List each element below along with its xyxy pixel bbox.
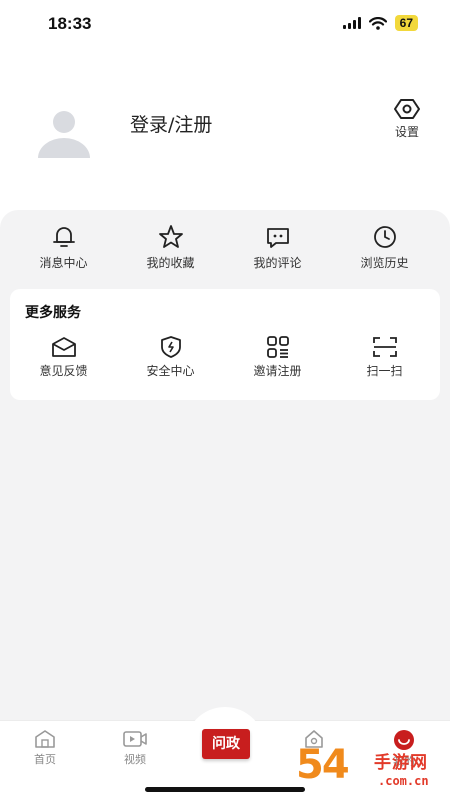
gear-icon xyxy=(394,99,420,119)
service-item-invite[interactable]: 邀请注册 xyxy=(224,335,331,379)
nav-label: 视频 xyxy=(124,753,146,766)
clock-icon xyxy=(373,226,396,248)
status-icons: 67 xyxy=(342,15,418,31)
qr-code-icon xyxy=(266,336,289,358)
watermark-number: 54 xyxy=(296,742,350,788)
status-time: 18:33 xyxy=(48,14,92,33)
watermark-domain: .com.cn xyxy=(378,774,429,788)
service-item-scan[interactable]: 扫一扫 xyxy=(331,335,438,379)
services-card: 更多服务 意见反馈 安全中心 邀请注册 扫一扫 xyxy=(10,289,440,400)
quick-item-comments[interactable]: 我的评论 xyxy=(224,224,331,274)
content-panel xyxy=(0,210,450,720)
profile-header: 登录/注册 设置 xyxy=(0,90,450,180)
status-bar: 18:33 67 xyxy=(0,0,450,48)
nav-center-label: 问政 xyxy=(212,736,240,752)
login-register-link[interactable]: 登录/注册 xyxy=(130,110,212,137)
quick-actions: 消息中心 我的收藏 我的评论 浏览历史 xyxy=(0,224,450,274)
watermark-logo: 54 手游网 .com.cn xyxy=(296,742,446,798)
avatar[interactable] xyxy=(36,102,92,158)
service-label: 扫一扫 xyxy=(366,364,403,378)
nav-item-video[interactable]: 视频 xyxy=(105,729,165,767)
nav-label: 首页 xyxy=(34,753,56,766)
service-item-feedback[interactable]: 意见反馈 xyxy=(10,335,117,379)
nav-item-wenzheng[interactable]: 问政 xyxy=(202,729,250,759)
settings-label: 设置 xyxy=(394,125,419,139)
services-list: 意见反馈 安全中心 邀请注册 扫一扫 xyxy=(10,335,440,379)
quick-item-messages[interactable]: 消息中心 xyxy=(10,224,117,274)
nav-item-home[interactable]: 首页 xyxy=(15,729,75,767)
comment-icon xyxy=(266,228,289,248)
star-icon xyxy=(158,225,183,248)
quick-item-favorites[interactable]: 我的收藏 xyxy=(117,224,224,274)
bell-icon xyxy=(52,227,75,247)
quick-label: 我的收藏 xyxy=(146,256,195,270)
watermark-text: 手游网 xyxy=(374,753,428,773)
home-indicator xyxy=(145,787,305,792)
wifi-icon xyxy=(368,16,387,30)
settings-button[interactable]: 设置 xyxy=(384,98,430,140)
quick-label: 浏览历史 xyxy=(360,256,409,270)
home-icon xyxy=(35,730,55,748)
service-label: 邀请注册 xyxy=(253,364,302,378)
signal-icon xyxy=(342,17,361,29)
battery-indicator: 67 xyxy=(394,15,418,31)
service-label: 意见反馈 xyxy=(39,364,88,378)
scan-icon xyxy=(372,337,397,357)
envelope-icon xyxy=(51,337,76,357)
quick-label: 我的评论 xyxy=(253,256,302,270)
quick-label: 消息中心 xyxy=(39,256,88,270)
service-label: 安全中心 xyxy=(146,364,195,378)
services-title: 更多服务 xyxy=(25,305,81,321)
shield-icon xyxy=(160,336,181,358)
quick-item-history[interactable]: 浏览历史 xyxy=(331,224,438,274)
video-icon xyxy=(123,731,147,747)
service-item-security[interactable]: 安全中心 xyxy=(117,335,224,379)
